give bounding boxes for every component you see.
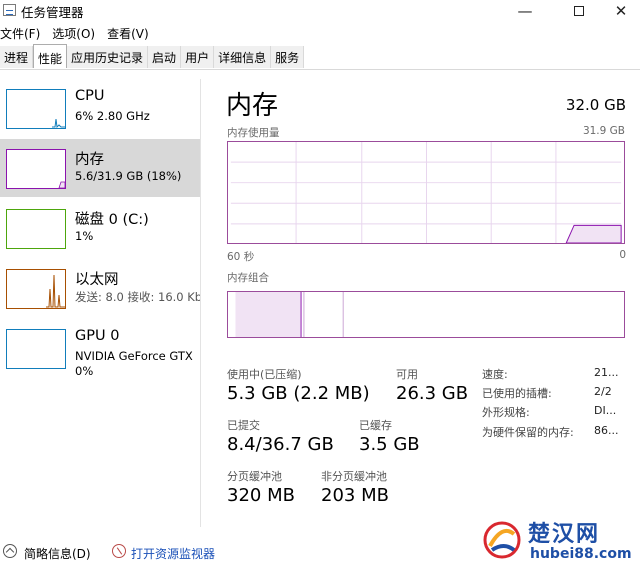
resource-item-gpu[interactable]: GPU 0 NVIDIA GeForce GTX 0% [0, 319, 200, 378]
resource-item-disk[interactable]: 磁盘 0 (C:) 1% [0, 199, 200, 257]
speed-value: 21... [594, 366, 619, 379]
cpu-title: CPU [75, 88, 105, 104]
resource-list: CPU 6% 2.80 GHz 内存 5.6/31.9 GB (18%) 磁盘 … [0, 79, 201, 527]
maximize-icon [574, 6, 584, 16]
menu-bar: 文件(F) 选项(O) 查看(V) [0, 24, 149, 44]
cached-label: 已缓存 [359, 419, 392, 432]
graph-time-end: 0 [619, 249, 626, 261]
composition-label: 内存组合 [227, 272, 269, 284]
resource-monitor-icon[interactable] [112, 544, 126, 558]
committed-label: 已提交 [227, 419, 260, 432]
disk-title: 磁盘 0 (C:) [75, 212, 149, 228]
site-watermark: 楚汉网 hubei88.com [478, 514, 640, 568]
menu-view[interactable]: 查看(V) [107, 24, 149, 44]
hardware-reserved-label: 为硬件保留的内存: [482, 426, 574, 439]
tab-startup[interactable]: 启动 [148, 46, 182, 68]
maximize-button[interactable] [556, 0, 602, 22]
minimize-button[interactable]: — [502, 0, 548, 22]
page-title: 内存 [226, 91, 279, 121]
ethernet-title: 以太网 [75, 272, 119, 288]
less-details-link[interactable]: 简略信息(D) [24, 545, 91, 562]
usage-graph-label: 内存使用量 [227, 127, 280, 139]
ethernet-throughput: 发送: 8.0 接收: 16.0 Kb [75, 290, 200, 304]
menu-options[interactable]: 选项(O) [52, 24, 95, 44]
tab-strip: 进程 性能 应用历史记录 启动 用户 详细信息 服务 [0, 44, 640, 70]
minimize-icon: — [517, 2, 533, 20]
tab-processes[interactable]: 进程 [0, 46, 34, 68]
form-factor-label: 外形规格: [482, 406, 530, 419]
available-label: 可用 [396, 368, 418, 381]
tab-performance[interactable]: 性能 [33, 44, 68, 68]
menu-file[interactable]: 文件(F) [0, 24, 40, 44]
cached-value: 3.5 GB [359, 434, 420, 455]
paged-pool-label: 分页缓冲池 [227, 470, 282, 483]
nonpaged-pool-value: 203 MB [321, 485, 389, 506]
window-title: 任务管理器 [21, 5, 84, 20]
paged-pool-value: 320 MB [227, 485, 295, 506]
gpu-thumbnail-graph [6, 329, 66, 369]
memory-usage: 5.6/31.9 GB (18%) [75, 169, 182, 183]
memory-usage-graph [227, 141, 625, 244]
hardware-reserved-value: 86... [594, 424, 619, 437]
close-button[interactable]: ✕ [598, 0, 640, 22]
memory-detail-panel: 内存 32.0 GB 内存使用量 31.9 GB 60 秒 0 内存组合 使用中… [202, 79, 640, 527]
speed-label: 速度: [482, 368, 508, 381]
ethernet-thumbnail-graph [6, 269, 66, 309]
committed-value: 8.4/36.7 GB [227, 434, 334, 455]
task-manager-icon [3, 4, 16, 16]
tab-users[interactable]: 用户 [181, 46, 215, 68]
disk-thumbnail-graph [6, 209, 66, 249]
nonpaged-pool-label: 非分页缓冲池 [321, 470, 387, 483]
resource-item-cpu[interactable]: CPU 6% 2.80 GHz [0, 79, 200, 137]
tab-details[interactable]: 详细信息 [214, 46, 272, 68]
form-factor-value: DI... [594, 404, 617, 417]
available-value: 26.3 GB [396, 383, 469, 404]
watermark-logo-icon [483, 521, 521, 559]
usage-graph-max: 31.9 GB [582, 125, 625, 137]
memory-composition-bar [227, 291, 625, 338]
resource-item-ethernet[interactable]: 以太网 发送: 8.0 接收: 16.0 Kb [0, 259, 200, 317]
gpu-title: GPU 0 [75, 328, 120, 344]
close-icon: ✕ [614, 2, 628, 20]
graph-time-start: 60 秒 [227, 251, 255, 263]
slots-used-value: 2/2 [594, 385, 612, 398]
title-bar: 任务管理器 — ✕ [0, 0, 640, 22]
memory-thumbnail-graph [6, 149, 66, 189]
open-resource-monitor-link[interactable]: 打开资源监视器 [131, 545, 215, 562]
gpu-model: NVIDIA GeForce GTX [75, 349, 193, 363]
slots-used-label: 已使用的插槽: [482, 387, 552, 400]
tab-app-history[interactable]: 应用历史记录 [67, 46, 149, 68]
in-use-label: 使用中(已压缩) [227, 368, 302, 381]
chevron-up-icon[interactable] [3, 544, 17, 558]
tab-services[interactable]: 服务 [271, 46, 305, 68]
memory-title: 内存 [75, 152, 104, 168]
gpu-usage: 0% [75, 364, 94, 378]
cpu-thumbnail-graph [6, 89, 66, 129]
watermark-text: 楚汉网 [528, 522, 601, 547]
cpu-usage: 6% 2.80 GHz [75, 109, 150, 123]
in-use-value: 5.3 GB (2.2 MB) [227, 383, 370, 404]
watermark-url: hubei88.com [530, 546, 632, 562]
resource-item-memory[interactable]: 内存 5.6/31.9 GB (18%) [0, 139, 200, 197]
disk-usage: 1% [75, 229, 94, 243]
memory-total: 32.0 GB [565, 96, 626, 114]
